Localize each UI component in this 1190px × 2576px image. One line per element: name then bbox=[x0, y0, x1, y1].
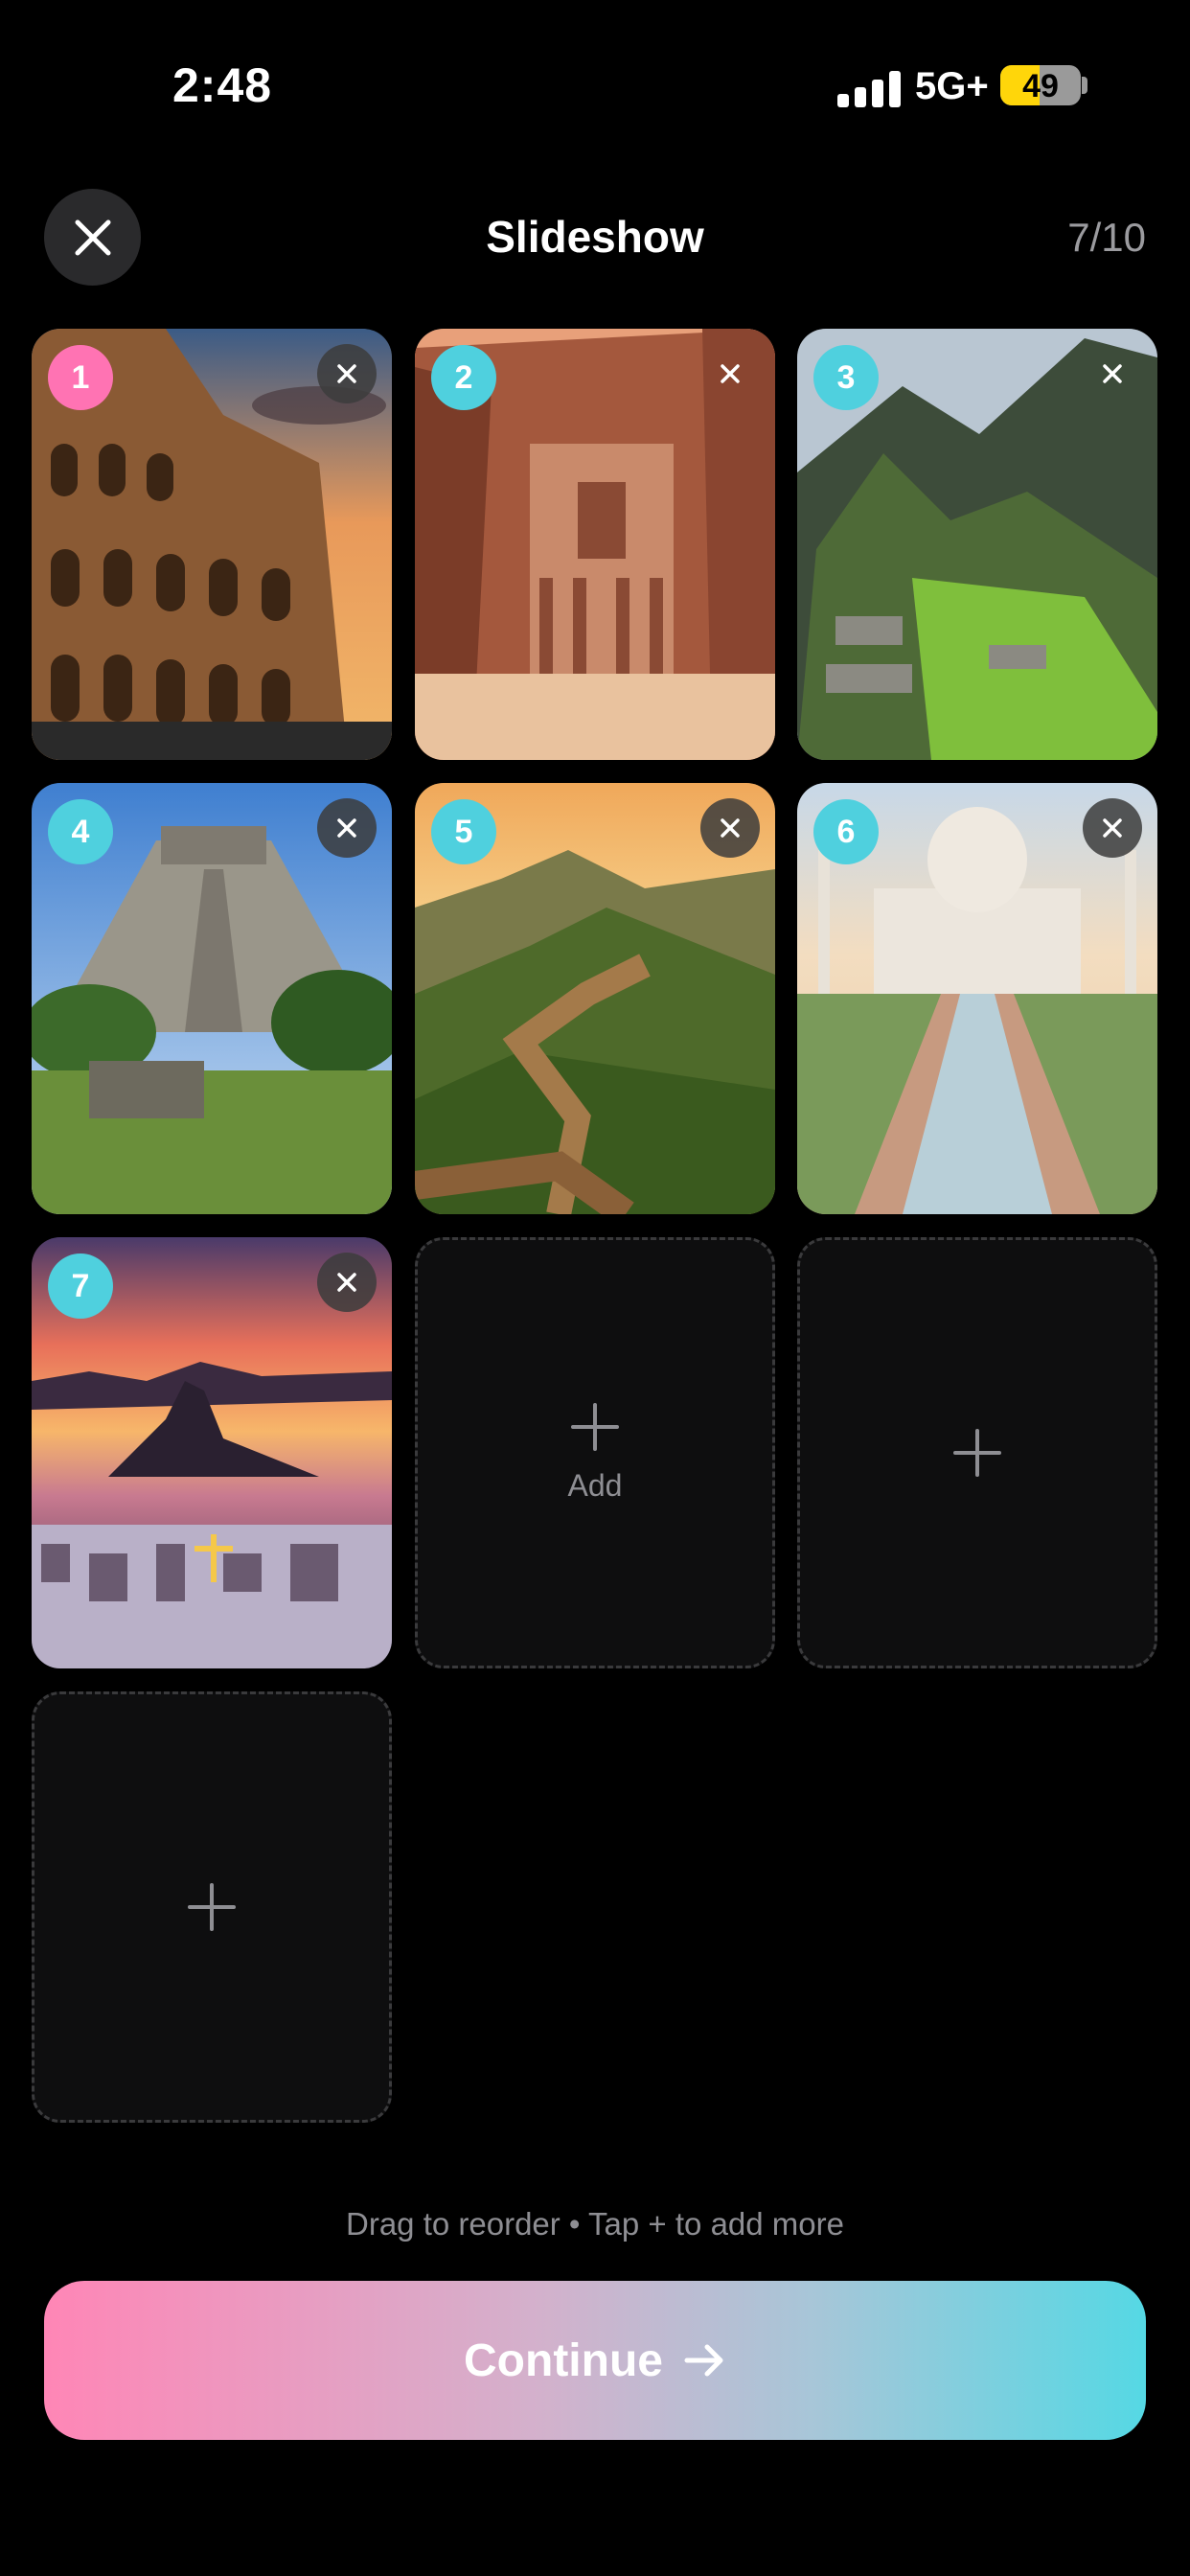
slide-order-badge: 2 bbox=[431, 345, 496, 410]
close-icon bbox=[721, 364, 740, 383]
remove-slide-button[interactable] bbox=[317, 1253, 377, 1312]
status-bar: 2:48 5G+ 49 bbox=[0, 0, 1190, 144]
remove-slide-button[interactable] bbox=[317, 798, 377, 858]
add-slide-slot[interactable] bbox=[797, 1237, 1157, 1668]
signal-icon bbox=[837, 69, 901, 107]
close-icon bbox=[337, 818, 356, 838]
add-slide-slot[interactable] bbox=[32, 1691, 392, 2123]
slide-counter: 7/10 bbox=[1067, 215, 1146, 260]
slide-order-badge: 3 bbox=[813, 345, 879, 410]
slide-order-badge: 6 bbox=[813, 799, 879, 864]
close-icon bbox=[1103, 364, 1122, 383]
slide-order-badge: 1 bbox=[48, 345, 113, 410]
slide-tile-7[interactable]: 7 bbox=[32, 1237, 392, 1668]
slide-order-badge: 5 bbox=[431, 799, 496, 864]
status-time: 2:48 bbox=[172, 58, 273, 112]
slide-tile-2[interactable]: 2 bbox=[415, 329, 775, 760]
add-label: Add bbox=[567, 1467, 623, 1503]
close-icon bbox=[1103, 818, 1122, 838]
slide-tile-5[interactable]: 5 bbox=[415, 783, 775, 1214]
slide-tile-3[interactable]: 3 bbox=[797, 329, 1157, 760]
remove-slide-button[interactable] bbox=[700, 344, 760, 403]
plus-icon bbox=[953, 1429, 1001, 1477]
close-icon bbox=[337, 1273, 356, 1292]
reorder-hint: Drag to reorder • Tap + to add more bbox=[346, 2206, 844, 2242]
slide-order-badge: 7 bbox=[48, 1254, 113, 1319]
close-icon bbox=[75, 219, 110, 255]
continue-button[interactable]: Continue bbox=[44, 2281, 1146, 2440]
battery-level: 49 bbox=[1022, 68, 1059, 104]
battery-tip bbox=[1082, 77, 1087, 94]
page-title: Slideshow bbox=[486, 212, 704, 262]
continue-label: Continue bbox=[464, 2334, 663, 2386]
remove-slide-button[interactable] bbox=[1083, 344, 1142, 403]
slide-tile-4[interactable]: 4 bbox=[32, 783, 392, 1214]
battery-icon: 49 bbox=[1000, 65, 1081, 105]
slide-order-badge: 4 bbox=[48, 799, 113, 864]
close-button[interactable] bbox=[44, 189, 141, 286]
network-type: 5G+ bbox=[915, 65, 989, 107]
remove-slide-button[interactable] bbox=[700, 798, 760, 858]
close-icon bbox=[721, 818, 740, 838]
plus-icon bbox=[571, 1402, 619, 1451]
plus-icon bbox=[188, 1883, 236, 1931]
remove-slide-button[interactable] bbox=[317, 344, 377, 403]
slide-tile-1[interactable]: 1 bbox=[32, 329, 392, 760]
remove-slide-button[interactable] bbox=[1083, 798, 1142, 858]
slide-tile-6[interactable]: 6 bbox=[797, 783, 1157, 1214]
add-slide-slot[interactable]: Add bbox=[415, 1237, 775, 1668]
close-icon bbox=[337, 364, 356, 383]
arrow-right-icon bbox=[684, 2344, 723, 2377]
